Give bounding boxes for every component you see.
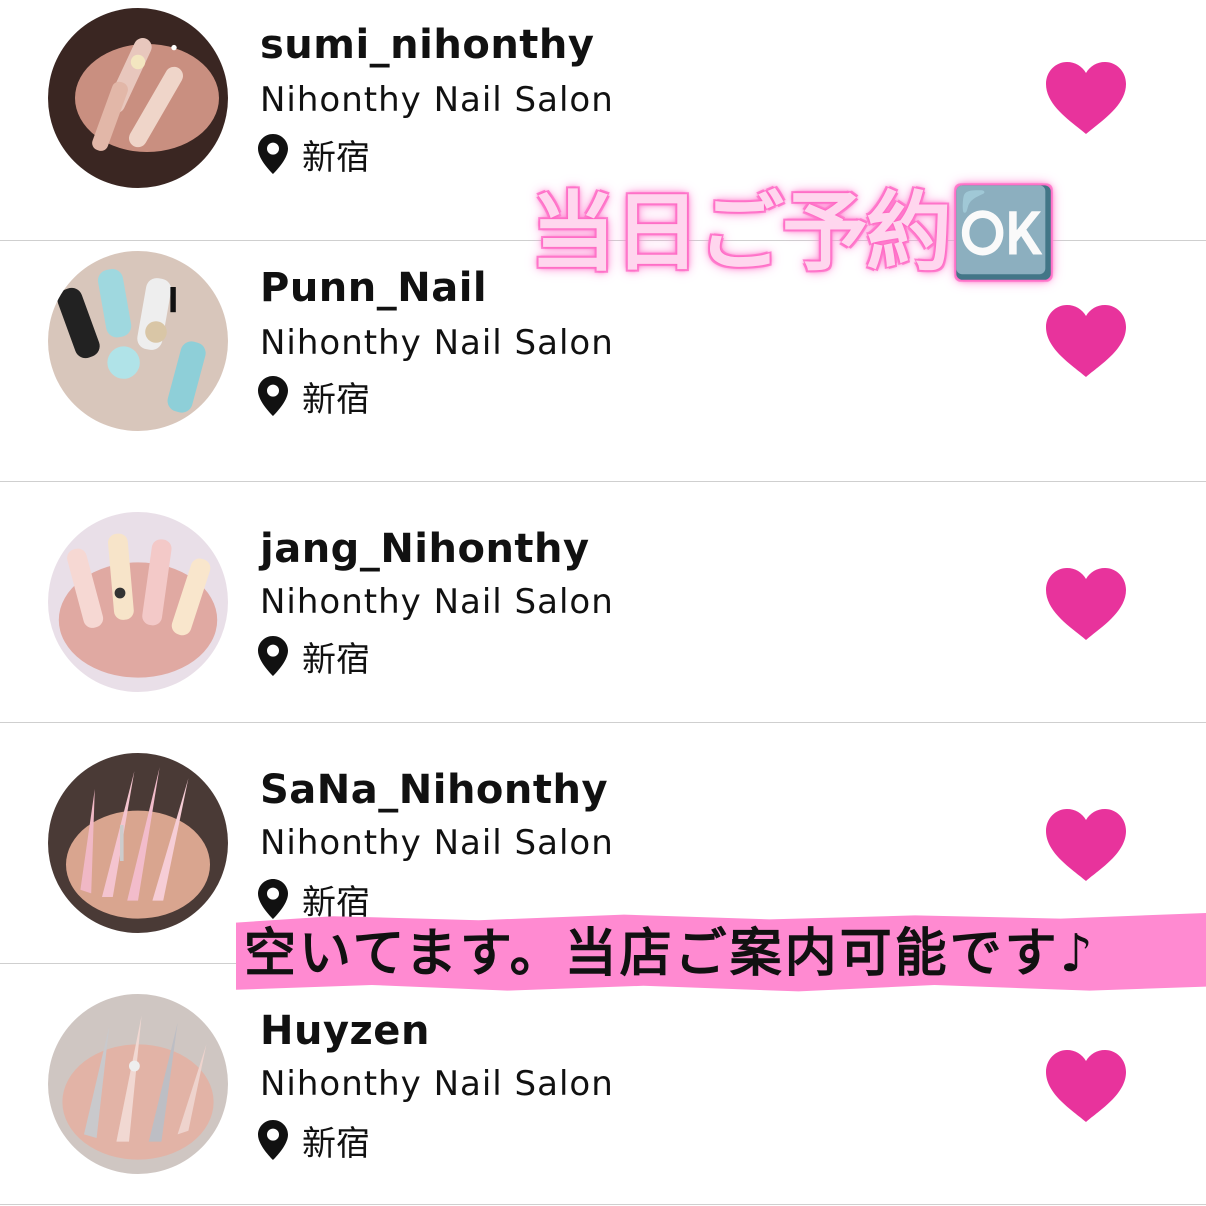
map-pin-icon	[258, 376, 288, 416]
favorite-heart-icon[interactable]	[1044, 60, 1128, 136]
salon-name: Nihonthy Nail Salon	[260, 323, 614, 363]
staff-name: Punn_Nail	[260, 265, 488, 311]
staff-name: SaNa_Nihonthy	[260, 767, 609, 813]
nail-photo-image	[48, 994, 228, 1174]
favorite-heart-icon[interactable]	[1044, 807, 1128, 883]
location: 新宿	[258, 132, 370, 178]
location-label: 新宿	[302, 379, 370, 420]
favorite-heart-icon[interactable]	[1044, 566, 1128, 642]
nail-photo-image	[48, 512, 228, 692]
staff-name: jang_Nihonthy	[260, 526, 590, 572]
list-item[interactable]: Huyzen Nihonthy Nail Salon 新宿	[0, 964, 1206, 1205]
salon-name: Nihonthy Nail Salon	[260, 80, 614, 120]
location-label: 新宿	[302, 137, 370, 178]
staff-name: sumi_nihonthy	[260, 22, 595, 68]
favorite-heart-icon[interactable]	[1044, 1048, 1128, 1124]
location-label: 新宿	[302, 639, 370, 680]
nail-photo-image	[48, 251, 228, 431]
same-day-booking-banner: 当日ご予約🆗	[530, 183, 1057, 283]
avatar	[48, 8, 228, 188]
nail-photo-image	[48, 753, 228, 933]
map-pin-icon	[258, 879, 288, 919]
location-label: 新宿	[302, 1123, 370, 1164]
avatar	[48, 994, 228, 1174]
list-item[interactable]: jang_Nihonthy Nihonthy Nail Salon 新宿	[0, 482, 1206, 723]
location: 新宿	[258, 877, 370, 923]
salon-name: Nihonthy Nail Salon	[260, 1064, 614, 1104]
staff-name: Huyzen	[260, 1008, 430, 1054]
map-pin-icon	[258, 134, 288, 174]
location: 新宿	[258, 374, 370, 420]
nail-photo-image	[48, 8, 228, 188]
location: 新宿	[258, 634, 370, 680]
favorite-heart-icon[interactable]	[1044, 303, 1128, 379]
salon-name: Nihonthy Nail Salon	[260, 582, 614, 622]
map-pin-icon	[258, 1120, 288, 1160]
avatar	[48, 251, 228, 431]
location: 新宿	[258, 1118, 370, 1164]
availability-text: 空いてます。当店ご案内可能です♪	[244, 924, 1096, 984]
avatar	[48, 753, 228, 933]
map-pin-icon	[258, 636, 288, 676]
avatar	[48, 512, 228, 692]
salon-name: Nihonthy Nail Salon	[260, 823, 614, 863]
